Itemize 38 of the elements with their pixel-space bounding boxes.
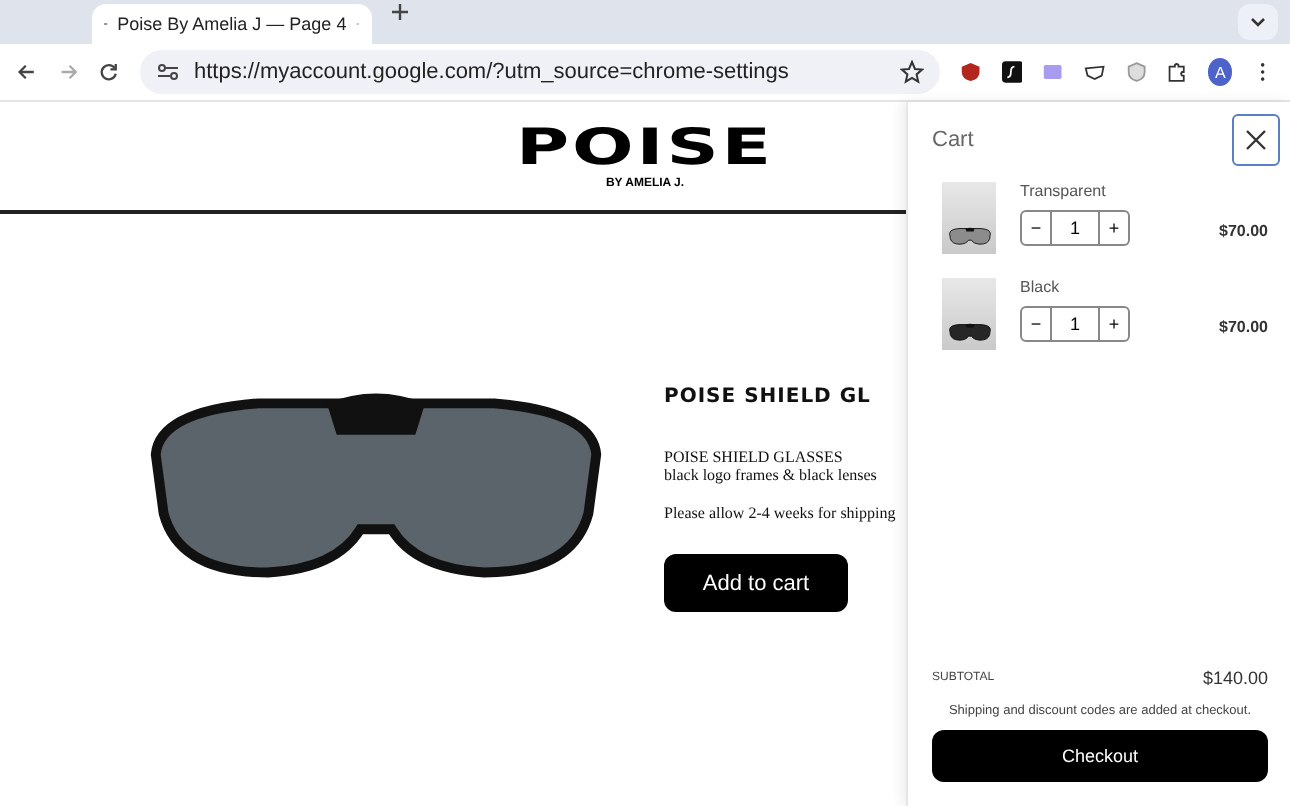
close-button[interactable] xyxy=(1232,114,1280,166)
sunglasses-icon xyxy=(947,322,991,342)
sunglasses-icon xyxy=(947,226,991,246)
decrease-button[interactable]: − xyxy=(1022,212,1050,244)
item-price: $70.00 xyxy=(1219,221,1268,239)
shipping-note: Please allow 2-4 weeks for shipping xyxy=(664,504,896,522)
increase-button[interactable]: + xyxy=(1100,212,1128,244)
product-heading: POISE SHIELD GL xyxy=(664,386,873,408)
quantity-value: 1 xyxy=(1050,308,1100,340)
puzzle-icon[interactable] xyxy=(1166,60,1188,84)
site-settings-icon[interactable] xyxy=(155,60,180,84)
address-bar[interactable]: https://myaccount.google.com/?utm_source=chrome-settings xyxy=(139,50,940,94)
tab-menu-button[interactable] xyxy=(1238,4,1278,40)
decrease-button[interactable]: − xyxy=(1022,308,1050,340)
quantity-stepper[interactable]: − 1 + xyxy=(1020,210,1130,246)
store-logo[interactable]: POISE xyxy=(516,122,774,172)
product-name: POISE SHIELD GLASSES xyxy=(664,448,845,466)
new-tab-icon[interactable] xyxy=(388,0,412,24)
checkout-button[interactable]: Checkout xyxy=(932,730,1268,782)
browser-tab[interactable]: Poise By Amelia J — Page 4 xyxy=(92,4,372,44)
star-icon[interactable] xyxy=(899,60,924,84)
subtotal-value: $140.00 xyxy=(1202,668,1268,688)
item-price: $70.00 xyxy=(1219,317,1268,335)
product-description: black logo frames & black lenses xyxy=(664,466,879,484)
tab-title: Poise By Amelia J — Page 4 xyxy=(117,14,347,34)
add-to-cart-button[interactable]: Add to cart xyxy=(664,554,848,612)
variant-name: Black xyxy=(1020,278,1062,296)
quantity-value: 1 xyxy=(1050,212,1100,244)
back-icon[interactable] xyxy=(16,60,38,84)
shield-outline-icon[interactable] xyxy=(1125,60,1147,84)
script-extension-icon[interactable] xyxy=(1001,60,1023,84)
reload-icon[interactable] xyxy=(98,60,120,84)
variant-name: Transparent xyxy=(1020,182,1108,200)
increase-button[interactable]: + xyxy=(1100,308,1128,340)
quantity-stepper[interactable]: − 1 + xyxy=(1020,306,1130,342)
shield-extension-icon[interactable] xyxy=(959,60,982,84)
cart-title: Cart xyxy=(932,128,974,152)
profile-avatar[interactable]: A xyxy=(1207,58,1233,86)
